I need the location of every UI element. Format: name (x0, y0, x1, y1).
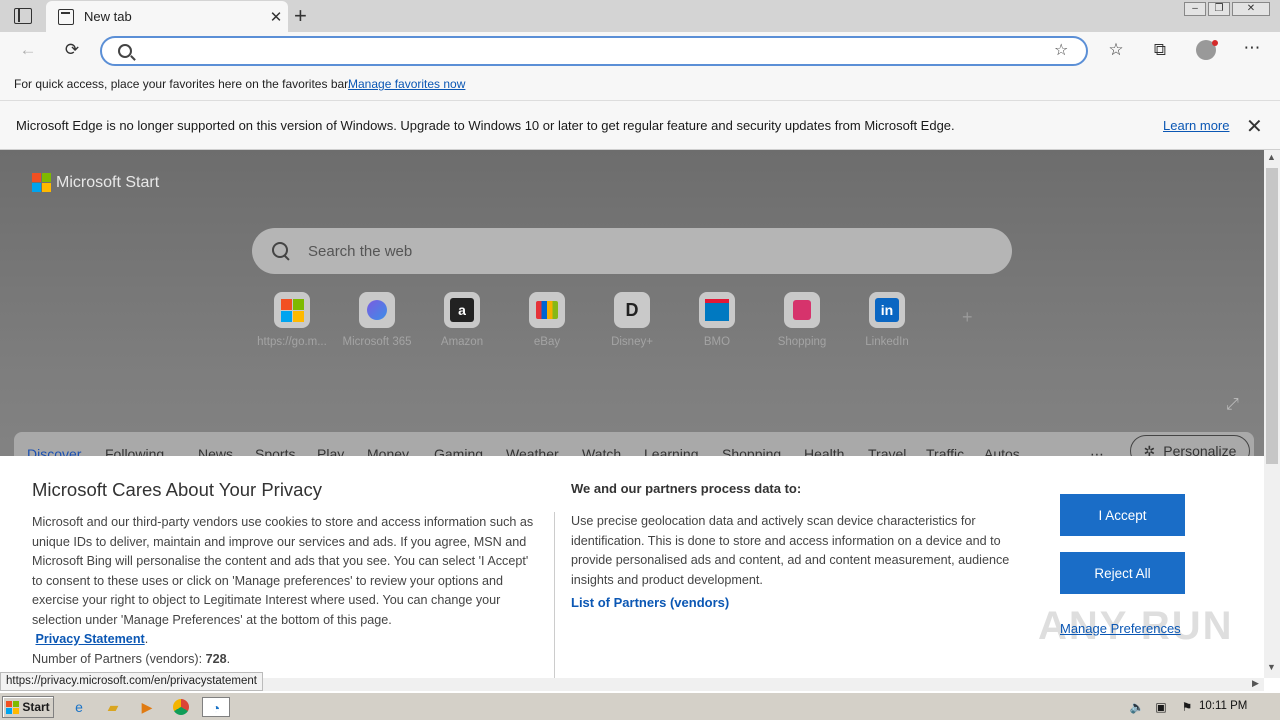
start-label: Start (22, 700, 50, 714)
info-message: Microsoft Edge is no longer supported on… (16, 118, 955, 133)
microsoft-logo-icon (274, 292, 310, 328)
tile-label: Amazon (440, 336, 484, 348)
tile-label: Shopping (777, 336, 827, 348)
quick-link-tile[interactable]: Microsoft 365 (337, 292, 417, 348)
tab-bar: New tab ✕ + – ❐ ✕ (0, 0, 1280, 32)
amazon-icon: a (444, 292, 480, 328)
status-url: https://privacy.microsoft.com/en/privacy… (0, 672, 263, 691)
flag-icon[interactable]: ⚑ (1176, 697, 1198, 717)
close-window-button[interactable]: ✕ (1232, 2, 1270, 16)
scroll-down-icon[interactable]: ▼ (1267, 662, 1276, 672)
edge-icon[interactable]: ◔ (202, 697, 230, 717)
manage-preferences-link[interactable]: Manage Preferences (1060, 621, 1181, 636)
privacy-statement-link[interactable]: Privacy Statement (36, 632, 145, 646)
manage-favorites-link[interactable]: Manage favorites now (348, 77, 465, 91)
disney-icon: D (614, 292, 650, 328)
network-icon[interactable]: ▣ (1150, 697, 1172, 717)
consent-body: Microsoft and our third-party vendors us… (32, 515, 534, 666)
chrome-icon[interactable] (170, 697, 192, 717)
quick-link-tile[interactable]: a Amazon (422, 292, 502, 348)
learn-more-link[interactable]: Learn more (1163, 118, 1229, 133)
vertical-scrollbar[interactable]: ▲ ▼ (1264, 150, 1280, 678)
address-bar[interactable]: ☆ (100, 36, 1088, 66)
new-tab-button[interactable]: + (294, 3, 307, 29)
tab-title: New tab (84, 9, 132, 24)
ie-icon[interactable]: e (68, 697, 90, 717)
processing-body: Use precise geolocation data and activel… (571, 514, 1010, 587)
linkedin-icon: in (869, 292, 905, 328)
scroll-right-icon[interactable]: ▶ (1252, 678, 1259, 689)
add-favorite-icon[interactable]: ☆ (1054, 40, 1068, 60)
favorites-bar: For quick access, place your favorites h… (0, 70, 1280, 100)
collections-icon[interactable]: ⧉ (1148, 38, 1172, 62)
more-menu-icon[interactable]: ⋯ (1240, 36, 1264, 60)
toolbar: ← ⟳ ☆ ☆ ⧉ ⋯ (0, 32, 1280, 70)
web-search-input[interactable] (308, 242, 908, 260)
quick-link-tile[interactable]: in LinkedIn (847, 292, 927, 348)
taskbar: Start e ▰ ▶ ◔ 🔈 ▣ ⚑ 10:11 PM (0, 692, 1280, 720)
add-site-icon[interactable]: + (962, 307, 973, 328)
favorites-icon[interactable]: ☆ (1104, 38, 1128, 62)
unsupported-info-bar: Microsoft Edge is no longer supported on… (0, 100, 1280, 150)
close-tab-icon[interactable]: ✕ (264, 8, 288, 26)
reject-all-button[interactable]: Reject All (1060, 552, 1185, 594)
privacy-consent-dialog: Microsoft Cares About Your Privacy Micro… (0, 456, 1264, 678)
quick-link-tile[interactable]: Shopping (762, 292, 842, 348)
back-button[interactable]: ← (16, 38, 40, 62)
partners-count: 728 (205, 651, 227, 666)
microsoft-logo-icon (32, 173, 51, 192)
volume-icon[interactable]: 🔈 (1126, 697, 1148, 717)
ebay-bag-icon (529, 292, 565, 328)
microsoft-start-logo[interactable]: Microsoft Start (32, 173, 159, 192)
new-tab-page: Microsoft Start https://go.m... Microsof… (0, 150, 1264, 678)
address-input[interactable] (142, 41, 1042, 61)
bmo-icon (699, 292, 735, 328)
quick-link-tile[interactable]: BMO (677, 292, 757, 348)
restore-button[interactable]: ❐ (1208, 2, 1230, 16)
tile-label: Microsoft 365 (342, 336, 412, 348)
scroll-up-icon[interactable]: ▲ (1267, 152, 1276, 162)
media-player-icon[interactable]: ▶ (136, 697, 158, 717)
list-of-partners-link[interactable]: List of Partners (vendors) (571, 595, 729, 610)
web-search-box[interactable] (252, 228, 1012, 274)
tile-label: LinkedIn (865, 336, 909, 348)
tile-label: BMO (703, 336, 731, 348)
expand-icon[interactable]: ⤢ (1226, 396, 1239, 414)
clock: 10:11 PM (1199, 700, 1248, 712)
quick-link-tile[interactable]: https://go.m... (252, 292, 332, 348)
tile-label: eBay (533, 336, 561, 348)
consent-body-text: Microsoft and our third-party vendors us… (32, 515, 534, 627)
brand-name: Microsoft Start (56, 173, 160, 191)
close-icon[interactable]: ✕ (1246, 114, 1263, 139)
new-tab-icon (58, 8, 74, 25)
m365-icon (359, 292, 395, 328)
tile-label: Disney+ (611, 336, 653, 348)
shopping-bag-icon (784, 292, 820, 328)
tile-label: https://go.m... (257, 336, 327, 348)
consent-title: Microsoft Cares About Your Privacy (32, 479, 322, 500)
quick-link-tile[interactable]: D Disney+ (592, 292, 672, 348)
partners-count-label: Number of Partners (vendors): (32, 651, 203, 666)
search-icon (270, 240, 292, 262)
tab-actions-icon[interactable] (14, 8, 32, 24)
tab-new-tab[interactable]: New tab ✕ (46, 1, 288, 32)
favorites-bar-text: For quick access, place your favorites h… (14, 77, 351, 91)
windows-logo-icon (6, 700, 20, 714)
profile-badge-icon (1212, 40, 1218, 46)
scroll-thumb[interactable] (1266, 168, 1278, 464)
folder-icon[interactable]: ▰ (102, 697, 124, 717)
accept-button[interactable]: I Accept (1060, 494, 1185, 536)
search-icon-handle (130, 55, 136, 61)
start-button[interactable]: Start (2, 696, 54, 718)
refresh-button[interactable]: ⟳ (60, 38, 84, 62)
divider (554, 512, 555, 678)
quick-link-tile[interactable]: eBay (507, 292, 587, 348)
minimize-button[interactable]: – (1184, 2, 1206, 16)
processing-heading: We and our partners process data to: (571, 481, 802, 496)
